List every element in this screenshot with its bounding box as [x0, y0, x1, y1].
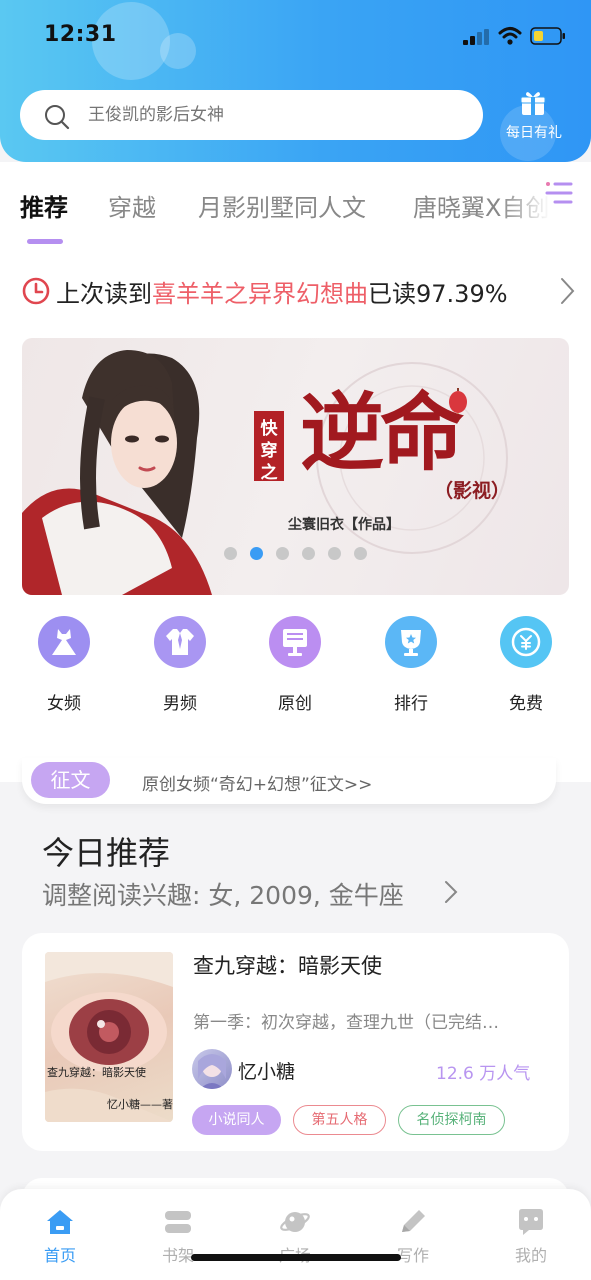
category-menu-icon[interactable]: [543, 178, 575, 210]
banner-title: 逆命: [300, 383, 464, 482]
last-read-prefix: 上次读到: [56, 280, 152, 308]
dress-icon: [38, 616, 90, 668]
nav-label: 女频: [47, 694, 81, 714]
planet-icon: [280, 1212, 310, 1232]
banner-artwork: [22, 350, 508, 595]
active-tab-indicator: [27, 239, 63, 244]
section-title: 今日推荐: [42, 834, 171, 872]
carousel-dot[interactable]: [276, 547, 289, 560]
nav-male-channel[interactable]: 男频: [135, 616, 225, 716]
trophy-icon: [385, 616, 437, 668]
battery-icon: [530, 27, 565, 45]
coin-icon: [500, 616, 552, 668]
signal-icon: [463, 29, 489, 45]
bottom-nav-mine[interactable]: 我的: [491, 1206, 571, 1266]
bookshelf-icon: [165, 1211, 191, 1233]
popularity-count: 12.6 万人气: [436, 1064, 531, 1084]
nav-label: 免费: [509, 694, 543, 714]
nav-label: 原创: [278, 694, 312, 714]
tag-detective-conan[interactable]: 名侦探柯南: [398, 1105, 505, 1135]
banner-subtitle: （影视）: [434, 480, 511, 502]
home-icon: [47, 1210, 73, 1234]
bubble-decoration: [160, 33, 196, 69]
home-indicator: [191, 1254, 401, 1261]
tag-fanfic[interactable]: 小说同人: [192, 1105, 281, 1135]
banner-title-small: 快穿之: [260, 419, 278, 483]
wifi-icon: [498, 27, 522, 45]
reading-interest-link[interactable]: 调整阅读兴趣: 女, 2009, 金牛座: [42, 876, 404, 912]
last-read-line[interactable]: 上次读到喜羊羊之异界幻想曲已读97.39%: [56, 274, 508, 309]
last-read-percent: 97.39%: [416, 280, 508, 308]
nav-label: 排行: [394, 694, 428, 714]
bottom-nav-label: 我的: [514, 1246, 547, 1265]
carousel-dot[interactable]: [354, 547, 367, 560]
tab-fanfic-moon-villa[interactable]: 月影别墅同人文: [198, 188, 366, 223]
nav-original[interactable]: 原创: [250, 616, 340, 716]
status-time: 12:31: [44, 22, 117, 47]
daily-gift-label[interactable]: 每日有礼: [498, 122, 570, 142]
avatar[interactable]: [192, 1049, 232, 1089]
search-icon: [45, 105, 70, 130]
tag-identity-v[interactable]: 第五人格: [293, 1105, 386, 1135]
banner-carousel[interactable]: 快穿之 逆命 （影视） 尘寰旧衣【作品】: [22, 338, 569, 595]
gift-icon[interactable]: [519, 89, 547, 117]
carousel-dot[interactable]: [250, 547, 263, 560]
nav-female-channel[interactable]: 女频: [19, 616, 109, 716]
announcement-text[interactable]: 原创女频“奇幻+幻想”征文>>: [142, 770, 372, 795]
banner-author: 尘寰旧衣【作品】: [288, 517, 400, 533]
book-description: 第一季：初次穿越，查理九世（已完结…: [193, 1013, 499, 1033]
nav-free[interactable]: 免费: [481, 616, 571, 716]
last-read-book-title[interactable]: 喜羊羊之异界幻想曲: [152, 280, 368, 308]
book-stand-icon: [269, 616, 321, 668]
chevron-right-icon[interactable]: [444, 879, 458, 905]
tab-time-travel[interactable]: 穿越: [108, 188, 156, 223]
cover-author: 忆小糖——著: [107, 1098, 173, 1111]
clock-icon: [22, 277, 50, 305]
bottom-nav-home[interactable]: 首页: [20, 1206, 100, 1266]
nav-label: 男频: [163, 694, 197, 714]
last-read-status: 已读: [368, 280, 416, 308]
cover-title: 查九穿越：暗影天使: [47, 1066, 146, 1079]
book-title[interactable]: 查九穿越：暗影天使: [193, 950, 382, 980]
carousel-dot[interactable]: [224, 547, 237, 560]
tab-recommend[interactable]: 推荐: [20, 188, 68, 223]
shirt-icon: [154, 616, 206, 668]
chat-bubble-icon: [519, 1209, 543, 1235]
author-name[interactable]: 忆小糖: [238, 1057, 295, 1084]
carousel-dot[interactable]: [302, 547, 315, 560]
carousel-dot[interactable]: [328, 547, 341, 560]
search-input[interactable]: [88, 90, 468, 140]
bottom-nav-label: 首页: [43, 1246, 76, 1265]
nav-ranking[interactable]: 排行: [366, 616, 456, 716]
chevron-right-icon[interactable]: [558, 276, 576, 306]
announcement-badge: 征文: [31, 762, 110, 798]
pen-icon: [402, 1210, 425, 1232]
